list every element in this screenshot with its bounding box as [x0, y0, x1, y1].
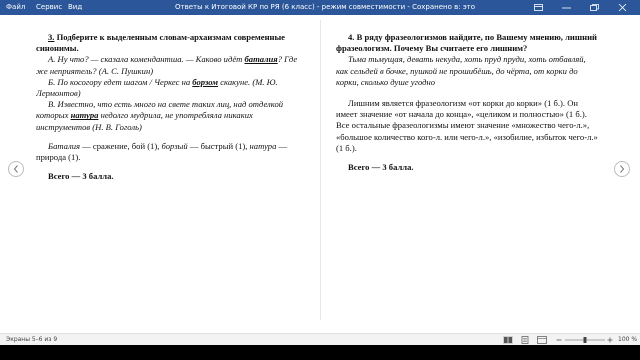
example-b-pre: Б. По косогору едет шагом / Черкес на	[48, 76, 193, 87]
ribbon-display-icon	[533, 4, 543, 11]
right-page: 4. В ряду фразеологизмов найдите, по Ваш…	[336, 15, 598, 333]
example-b: Б. По косогору едет шагом / Черкес на бо…	[36, 77, 304, 99]
answer-word-1: Баталия	[48, 140, 81, 151]
close-button[interactable]	[608, 0, 636, 15]
answer-text-2: — быстрый (1),	[187, 140, 250, 151]
title-bar: Файл Сервис Вид Ответы к Итоговой КР по …	[0, 0, 640, 15]
answer-3: Баталия — сражение, бой (1), борзый — бы…	[36, 141, 304, 163]
example-a: А. Ну что? — сказала комендантша. — Како…	[36, 54, 304, 76]
restore-icon	[589, 4, 599, 11]
phraseology-list: Тьма тьмущая, девать некуда, хоть пруд п…	[336, 54, 586, 87]
close-icon	[618, 4, 626, 11]
answer-word-2: борзый	[161, 140, 188, 151]
ribbon-display-options-button[interactable]	[524, 0, 552, 15]
total-score-4: Всего — 3 балла.	[348, 162, 414, 173]
minus-icon	[556, 339, 562, 341]
window-title: Ответы к Итоговой КР по РЯ (6 класс) - р…	[175, 3, 475, 11]
taskbar	[0, 345, 640, 360]
next-screen-button[interactable]	[614, 161, 630, 177]
example-a-pre: А. Ну что? — сказала комендантша. — Како…	[48, 54, 245, 65]
archaism-word-1: баталия	[244, 54, 278, 65]
left-page: 3. Подберите к выделенным словам-архаизм…	[36, 15, 304, 333]
print-layout-icon	[521, 336, 529, 344]
minimize-button[interactable]	[552, 0, 580, 15]
archaism-word-3: натура	[70, 110, 99, 121]
menu-service[interactable]: Сервис	[36, 0, 62, 15]
question-3-text: Подберите к выделенным словам-архаизмам …	[36, 32, 285, 54]
answer-4: Лишним является фразеологизм «от корки д…	[336, 98, 598, 153]
archaism-word-2: борзом	[192, 76, 219, 87]
chevron-right-icon	[620, 165, 625, 173]
web-layout-icon	[537, 336, 547, 344]
page-divider	[320, 20, 321, 320]
read-mode-icon	[503, 336, 513, 344]
total-score-3: Всего — 3 балла.	[48, 171, 114, 182]
zoom-slider-thumb[interactable]	[583, 337, 587, 343]
restore-button[interactable]	[580, 0, 608, 15]
example-c: В. Известно, что есть много на свете так…	[36, 99, 304, 133]
answer-word-3: натура	[249, 140, 277, 151]
previous-screen-button[interactable]	[8, 161, 24, 177]
menu-view[interactable]: Вид	[68, 0, 82, 15]
question-4: 4. В ряду фразеологизмов найдите, по Ваш…	[336, 32, 597, 54]
question-3: 3. Подберите к выделенным словам-архаизм…	[36, 32, 304, 54]
minimize-icon	[561, 7, 571, 9]
plus-icon	[607, 337, 613, 343]
menu-file[interactable]: Файл	[6, 0, 25, 15]
chevron-left-icon	[13, 165, 18, 173]
answer-text-1: — сражение, бой (1),	[80, 140, 162, 151]
